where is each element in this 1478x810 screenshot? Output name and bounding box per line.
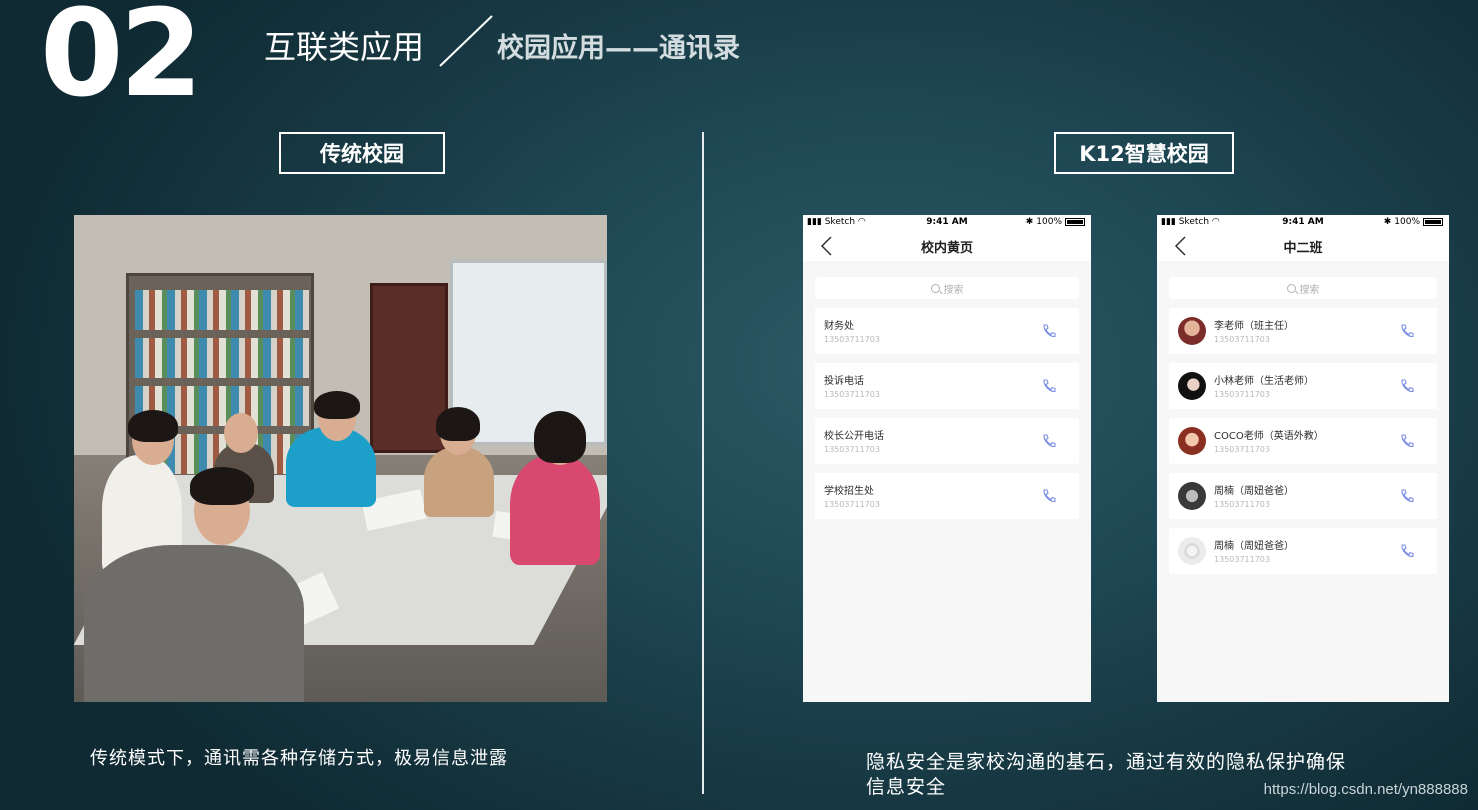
search-placeholder: 搜索 [943, 284, 964, 296]
call-icon[interactable] [1399, 433, 1415, 449]
battery-icon [1423, 218, 1443, 226]
photo-person-hair [436, 407, 480, 441]
vertical-divider [702, 132, 704, 794]
contact-list: 财务处 13503711703 投诉电话 13503711703 校长公开电话 … [815, 308, 1079, 528]
slide-number: 02 [40, 0, 203, 124]
battery-percent: 100% [1036, 217, 1062, 227]
contact-name: 李老师（班主任） [1214, 321, 1294, 332]
search-bar[interactable]: 搜索 [1169, 277, 1437, 299]
contact-name: COCO老师（英语外教） [1214, 431, 1324, 442]
phone-class-contacts: ▮▮▮ Sketch ◠ 9:41 AM ✱ 100% 中二班 搜索 李老师（班… [1157, 215, 1449, 702]
caption-traditional: 传统模式下，通讯需各种存储方式，极易信息泄露 [90, 748, 508, 769]
photo-shelf-row [135, 338, 309, 378]
contact-number: 13503711703 [824, 390, 880, 399]
status-bar: ▮▮▮ Sketch ◠ 9:41 AM ✱ 100% [1157, 215, 1449, 231]
caption-k12-line1: 隐私安全是家校沟通的基石，通过有效的隐私保护确保 [866, 751, 1347, 773]
call-icon[interactable] [1041, 488, 1057, 504]
contact-card[interactable]: 周楠（周妞爸爸） 13503711703 [1169, 473, 1437, 519]
placeholder-avatar [1178, 537, 1206, 565]
contact-name: 财务处 [824, 321, 854, 332]
woman-avatar-3 [1178, 427, 1206, 455]
photo-person-hair [128, 410, 178, 442]
section-label-k12: K12智慧校园 [1054, 132, 1234, 174]
nav-title: 校内黄页 [920, 241, 973, 256]
photo-person-head [224, 413, 258, 453]
nav-title: 中二班 [1283, 241, 1323, 256]
battery-indicator: ✱ 100% [1384, 217, 1443, 227]
photo-person-hair [190, 467, 254, 505]
battery-indicator: ✱ 100% [1026, 217, 1085, 227]
battery-percent: 100% [1394, 217, 1420, 227]
contact-card[interactable]: 李老师（班主任） 13503711703 [1169, 308, 1437, 354]
search-icon [930, 283, 940, 293]
contact-card[interactable]: 财务处 13503711703 [815, 308, 1079, 354]
man-avatar [1178, 482, 1206, 510]
status-bar: ▮▮▮ Sketch ◠ 9:41 AM ✱ 100% [803, 215, 1091, 231]
nav-bar: 中二班 [1157, 231, 1449, 261]
contact-number: 13503711703 [1214, 390, 1270, 399]
search-placeholder: 搜索 [1299, 284, 1320, 296]
contact-name: 周楠（周妞爸爸） [1214, 541, 1294, 552]
contact-card[interactable]: 学校招生处 13503711703 [815, 473, 1079, 519]
battery-icon [1065, 218, 1085, 226]
photo-person-hair [314, 391, 360, 419]
phone-yellow-pages: ▮▮▮ Sketch ◠ 9:41 AM ✱ 100% 校内黄页 搜索 财务处 … [803, 215, 1091, 702]
meeting-photo [74, 215, 607, 702]
page-title: 互联类应用 [264, 28, 425, 66]
contact-name: 投诉电话 [824, 376, 864, 387]
contact-name: 小林老师（生活老师） [1214, 376, 1314, 387]
contact-card[interactable]: COCO老师（英语外教） 13503711703 [1169, 418, 1437, 464]
watermark: https://blog.csdn.net/yn888888 [1263, 781, 1468, 798]
call-icon[interactable] [1399, 378, 1415, 394]
contact-list: 李老师（班主任） 13503711703 小林老师（生活老师） 13503711… [1169, 308, 1437, 583]
photo-person [510, 455, 600, 565]
contact-name: 学校招生处 [824, 486, 874, 497]
call-icon[interactable] [1399, 543, 1415, 559]
slash-divider-icon [439, 15, 493, 67]
contact-number: 13503711703 [1214, 500, 1270, 509]
call-icon[interactable] [1399, 488, 1415, 504]
call-icon[interactable] [1041, 378, 1057, 394]
section-label-traditional: 传统校园 [279, 132, 445, 174]
contact-number: 13503711703 [1214, 335, 1270, 344]
contact-card[interactable]: 投诉电话 13503711703 [815, 363, 1079, 409]
contact-card[interactable]: 小林老师（生活老师） 13503711703 [1169, 363, 1437, 409]
contact-number: 13503711703 [824, 335, 880, 344]
contact-number: 13503711703 [1214, 445, 1270, 454]
page-subtitle: 校园应用——通讯录 [497, 33, 740, 64]
contact-name: 周楠（周妞爸爸） [1214, 486, 1294, 497]
call-icon[interactable] [1041, 323, 1057, 339]
woman-avatar-2 [1178, 372, 1206, 400]
search-bar[interactable]: 搜索 [815, 277, 1079, 299]
contact-number: 13503711703 [824, 500, 880, 509]
call-icon[interactable] [1399, 323, 1415, 339]
photo-person [424, 447, 494, 517]
contact-number: 13503711703 [824, 445, 880, 454]
search-icon [1286, 283, 1296, 293]
contact-card[interactable]: 校长公开电话 13503711703 [815, 418, 1079, 464]
photo-shelf-row [135, 290, 309, 330]
nav-bar: 校内黄页 [803, 231, 1091, 261]
photo-person-hair [534, 411, 586, 463]
contact-name: 校长公开电话 [824, 431, 884, 442]
call-icon[interactable] [1041, 433, 1057, 449]
photo-person [84, 545, 304, 702]
woman-avatar-1 [1178, 317, 1206, 345]
contact-card[interactable]: 周楠（周妞爸爸） 13503711703 [1169, 528, 1437, 574]
contact-number: 13503711703 [1214, 555, 1270, 564]
